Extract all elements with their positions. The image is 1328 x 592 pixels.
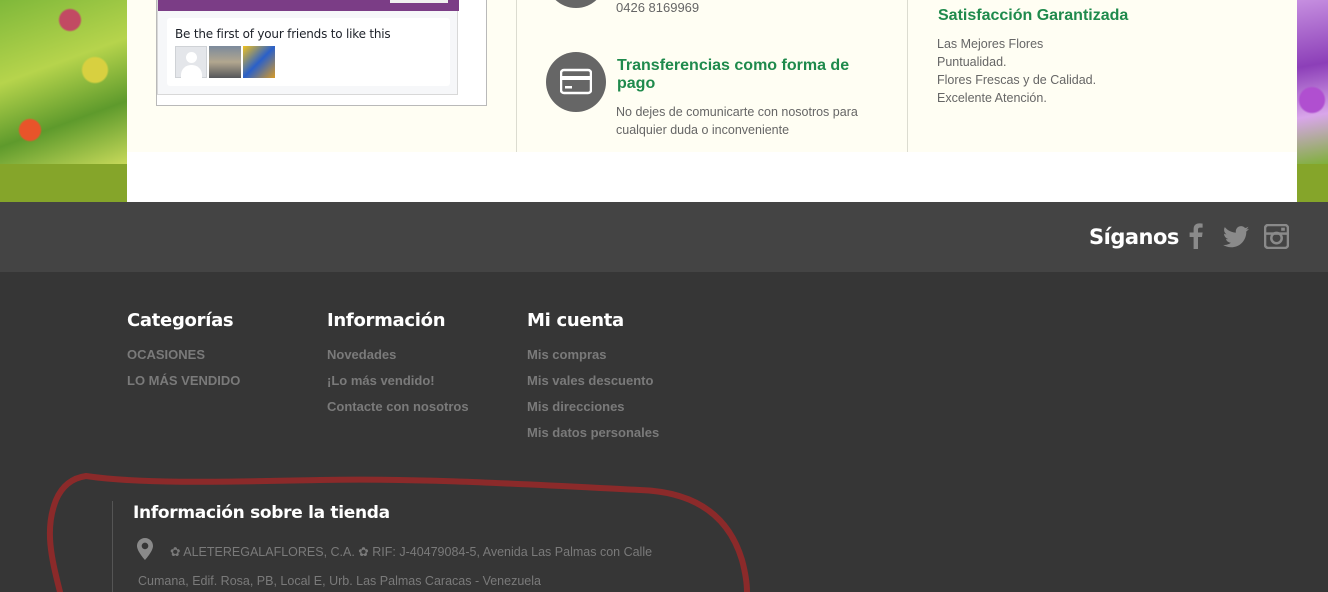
top-decorative-band: Be the first of your friends to like thi… (0, 0, 1328, 202)
facebook-widget-frame: Be the first of your friends to like thi… (157, 0, 459, 95)
twitter-icon[interactable] (1223, 226, 1249, 253)
list-item: Excelente Atención. (937, 91, 1047, 105)
social-bar: Síganos (0, 202, 1328, 272)
footer-column-title: Categorías (127, 310, 234, 331)
footer-column-my-account: Mi cuenta Mis compras Mis vales descuent… (527, 310, 659, 446)
footer-link[interactable]: Mis compras (527, 342, 659, 368)
footer: Categorías OCASIONES LO MÁS VENDIDO Info… (0, 272, 1328, 592)
phone-number: 0426 8169969 (616, 0, 700, 15)
avatar[interactable] (175, 46, 207, 78)
flowers-background-left (0, 0, 127, 164)
facebook-like-button[interactable] (390, 0, 448, 3)
footer-link[interactable]: OCASIONES (127, 342, 240, 368)
facebook-friend-avatars (175, 46, 275, 78)
facebook-like-prompt: Be the first of your friends to like thi… (175, 27, 391, 41)
facebook-friends-card: Be the first of your friends to like thi… (167, 18, 450, 86)
store-info-block: Información sobre la tienda ✿ ALETEREGAL… (112, 501, 712, 592)
phone-icon (546, 0, 606, 8)
footer-link[interactable]: LO MÁS VENDIDO (127, 368, 240, 394)
footer-link[interactable]: Novedades (327, 342, 469, 368)
satisfaction-list: Las Mejores Flores Puntualidad. Flores F… (937, 35, 1096, 107)
transfer-description: No dejes de comunicarte con nosotros par… (616, 105, 858, 137)
list-item: Las Mejores Flores (937, 37, 1044, 51)
footer-column-information: Información Novedades ¡Lo más vendido! C… (327, 310, 469, 420)
flowers-background-right (1297, 0, 1328, 164)
content-card: Be the first of your friends to like thi… (127, 0, 1297, 202)
satisfaction-title: Satisfacción Garantizada (938, 7, 1129, 24)
footer-column-categories: Categorías OCASIONES LO MÁS VENDIDO (127, 310, 240, 394)
store-address-line: ✿ ALETEREGALAFLORES, C.A. ✿ RIF: J-40479… (170, 545, 653, 559)
footer-link[interactable]: Mis datos personales (527, 420, 659, 446)
avatar[interactable] (243, 46, 275, 78)
store-info-title: Información sobre la tienda (133, 503, 390, 523)
footer-link[interactable]: Mis direcciones (527, 394, 659, 420)
footer-link[interactable]: Mis vales descuento (527, 368, 659, 394)
follow-us-label: Síganos (1089, 225, 1179, 249)
footer-column-title: Mi cuenta (527, 310, 624, 331)
transfer-title: Transferencias como forma de pago (617, 57, 850, 92)
facebook-icon[interactable] (1188, 223, 1204, 254)
avatar[interactable] (209, 46, 241, 78)
info-strip: Be the first of your friends to like thi… (127, 0, 1297, 152)
column-divider (516, 0, 517, 152)
column-divider (907, 0, 908, 152)
footer-column-title: Información (327, 310, 446, 331)
instagram-icon[interactable] (1263, 223, 1290, 254)
list-item: Puntualidad. (937, 55, 1007, 69)
list-item: Flores Frescas y de Calidad. (937, 73, 1097, 87)
footer-link[interactable]: ¡Lo más vendido! (327, 368, 469, 394)
facebook-like-box: Be the first of your friends to like thi… (156, 0, 487, 106)
credit-card-icon (546, 52, 606, 112)
footer-link[interactable]: Contacte con nosotros (327, 394, 469, 420)
store-address-line: Cumana, Edif. Rosa, PB, Local E, Urb. La… (138, 574, 541, 588)
facebook-cover-image (158, 0, 459, 11)
map-pin-icon (137, 538, 153, 565)
